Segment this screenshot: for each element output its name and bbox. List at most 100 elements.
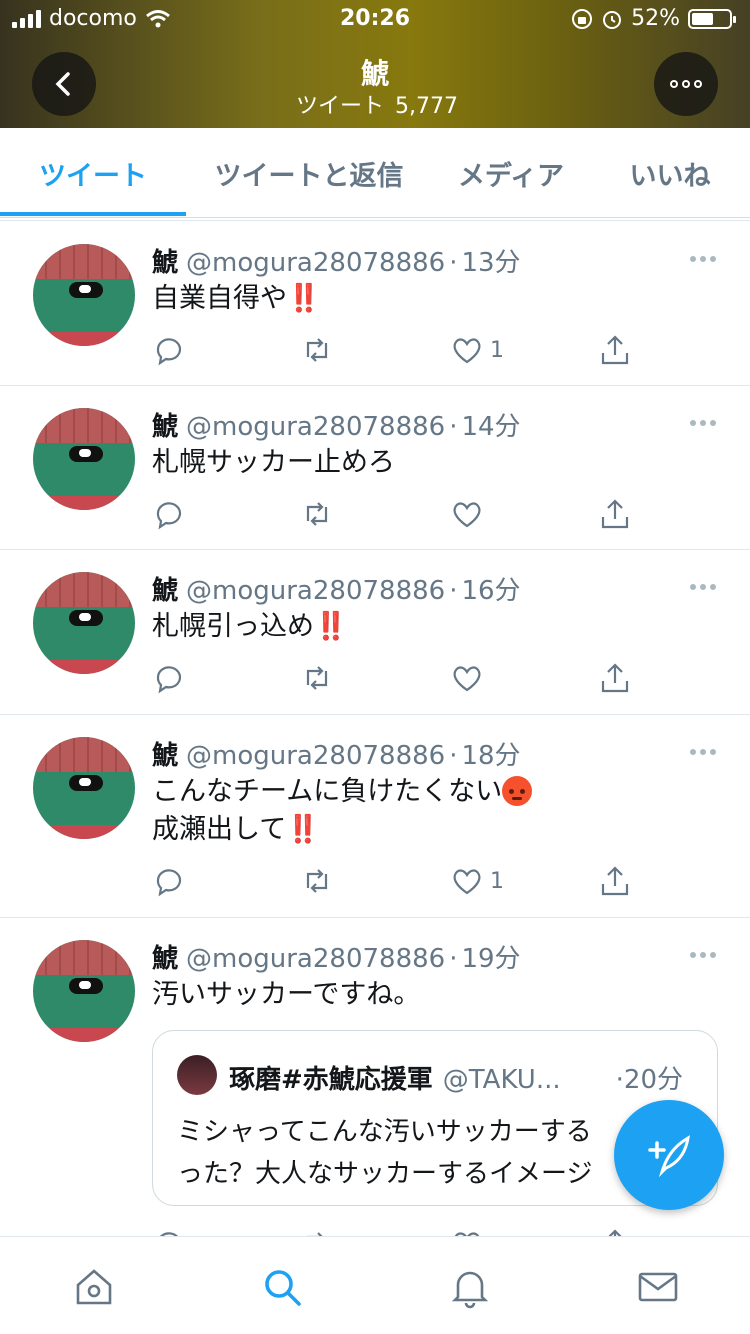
- tweet-count-value: 5,777: [395, 94, 458, 119]
- tweet-actions: 1: [152, 861, 672, 901]
- like-button[interactable]: [450, 494, 484, 534]
- retweet-button[interactable]: [300, 1224, 334, 1236]
- heart-icon: [453, 869, 481, 895]
- tweet-meta: 鯱 @mogura28078886 · 19分: [152, 938, 521, 975]
- retweet-button[interactable]: [300, 330, 334, 370]
- share-button[interactable]: [598, 1224, 632, 1236]
- separator: ·: [615, 1065, 624, 1095]
- tweet-text-line: 成瀬出して: [152, 814, 287, 845]
- like-count: 1: [490, 868, 504, 894]
- share-icon: [601, 663, 629, 693]
- retweet-icon: [306, 666, 328, 690]
- tweet-count-label: ツイート: [296, 94, 385, 119]
- like-button[interactable]: [450, 658, 484, 698]
- reply-button[interactable]: [152, 330, 186, 370]
- tweet-text: 汚いサッカーですね。: [152, 979, 421, 1010]
- tweet-author-name[interactable]: 鯱: [152, 741, 178, 771]
- share-icon: [601, 499, 629, 529]
- bottom-navigation: [0, 1236, 750, 1334]
- tweet-actions: 1: [152, 330, 672, 370]
- tab-tweets[interactable]: ツイート: [0, 128, 186, 218]
- battery-percent: 52%: [631, 6, 680, 31]
- tweet-actions: [152, 494, 672, 534]
- heart-icon: [453, 666, 481, 692]
- tab-likes[interactable]: いいね: [606, 128, 734, 218]
- tweet-meta: 鯱 @mogura28078886 · 14分: [152, 406, 521, 443]
- tweet-menu-button[interactable]: [690, 584, 716, 590]
- nav-home[interactable]: [72, 1265, 116, 1309]
- reply-button[interactable]: [152, 861, 186, 901]
- share-button[interactable]: [598, 494, 632, 534]
- angry-face-emoji: [502, 776, 533, 806]
- retweet-button[interactable]: [300, 658, 334, 698]
- tweet-author-name[interactable]: 鯱: [152, 248, 178, 278]
- retweet-icon: [306, 338, 328, 362]
- reply-button[interactable]: [152, 658, 186, 698]
- mail-icon: [638, 1272, 678, 1302]
- reply-icon: [156, 666, 182, 694]
- tweet-text: 札幌引っ込め‼️: [152, 608, 712, 646]
- tweet-time: 18分: [461, 741, 521, 771]
- separator: ·: [449, 741, 458, 771]
- like-button[interactable]: [450, 1224, 484, 1236]
- tweet-menu-button[interactable]: [690, 256, 716, 262]
- search-icon: [265, 1270, 301, 1306]
- retweet-icon: [306, 502, 328, 526]
- tweet[interactable]: 鯱 @mogura28078886 · 18分 こんなチームに負けたくない 成瀬出して…: [0, 715, 750, 918]
- tweet-text: 自業自得や‼️: [152, 280, 712, 318]
- avatar[interactable]: [33, 244, 135, 346]
- avatar[interactable]: [33, 940, 135, 1042]
- tweet-author-name[interactable]: 鯱: [152, 412, 178, 442]
- share-button[interactable]: [598, 330, 632, 370]
- share-button[interactable]: [598, 658, 632, 698]
- heart-icon: [453, 338, 481, 364]
- share-icon: [601, 866, 629, 896]
- tweet-author-name[interactable]: 鯱: [152, 576, 178, 606]
- reply-button[interactable]: [152, 494, 186, 534]
- quoted-time: ·20分: [616, 1059, 683, 1096]
- double-exclamation-emoji: ‼️: [286, 814, 320, 845]
- reply-button[interactable]: [152, 1224, 186, 1236]
- tab-media[interactable]: メディア: [438, 128, 584, 218]
- avatar[interactable]: [33, 737, 135, 839]
- active-tab-indicator: [0, 212, 186, 216]
- tweet-menu-button[interactable]: [690, 952, 716, 958]
- tweet[interactable]: 鯱 @mogura28078886 · 16分 札幌引っ込め‼️: [0, 550, 750, 715]
- share-icon: [601, 335, 629, 365]
- quoted-author-name: 琢磨#赤鯱応援軍: [229, 1065, 433, 1095]
- tab-tweets-and-replies[interactable]: ツイートと返信: [196, 128, 422, 218]
- avatar[interactable]: [33, 408, 135, 510]
- like-button[interactable]: 1: [450, 330, 504, 370]
- reply-icon: [156, 502, 182, 530]
- nav-messages[interactable]: [636, 1265, 680, 1309]
- battery-icon: [688, 8, 736, 29]
- tweet-menu-button[interactable]: [690, 420, 716, 426]
- quoted-handle: @TAKU...: [442, 1065, 561, 1095]
- heart-icon: [453, 502, 481, 528]
- share-button[interactable]: [598, 861, 632, 901]
- profile-title: 鯱: [360, 57, 389, 90]
- tweet[interactable]: 鯱 @mogura28078886 · 14分 札幌サッカー止めろ: [0, 386, 750, 550]
- double-exclamation-emoji: ‼️: [314, 611, 348, 642]
- nav-search[interactable]: [260, 1265, 304, 1309]
- share-icon: [608, 1229, 622, 1236]
- tweet-count: ツイート 5,777: [0, 88, 750, 120]
- quoted-avatar: [177, 1055, 217, 1095]
- tweet[interactable]: 鯱 @mogura28078886 · 13分 自業自得や‼️ 1: [0, 222, 750, 386]
- more-options-button[interactable]: [654, 52, 718, 116]
- avatar[interactable]: [33, 572, 135, 674]
- retweet-button[interactable]: [300, 494, 334, 534]
- retweet-button[interactable]: [300, 861, 334, 901]
- divider: [0, 220, 750, 221]
- tweet-handle: @mogura28078886: [186, 741, 446, 771]
- tweet-actions: [152, 658, 672, 698]
- compose-icon: [648, 1135, 691, 1178]
- tweet-time: 16分: [461, 576, 521, 606]
- separator: ·: [449, 248, 458, 278]
- tweet-menu-button[interactable]: [690, 749, 716, 755]
- like-button[interactable]: 1: [450, 861, 504, 901]
- tweet-author-name[interactable]: 鯱: [152, 944, 178, 974]
- compose-tweet-button[interactable]: [614, 1100, 724, 1210]
- nav-notifications[interactable]: [448, 1265, 492, 1309]
- tweet-text: こんなチームに負けたくない 成瀬出して‼️: [152, 773, 712, 849]
